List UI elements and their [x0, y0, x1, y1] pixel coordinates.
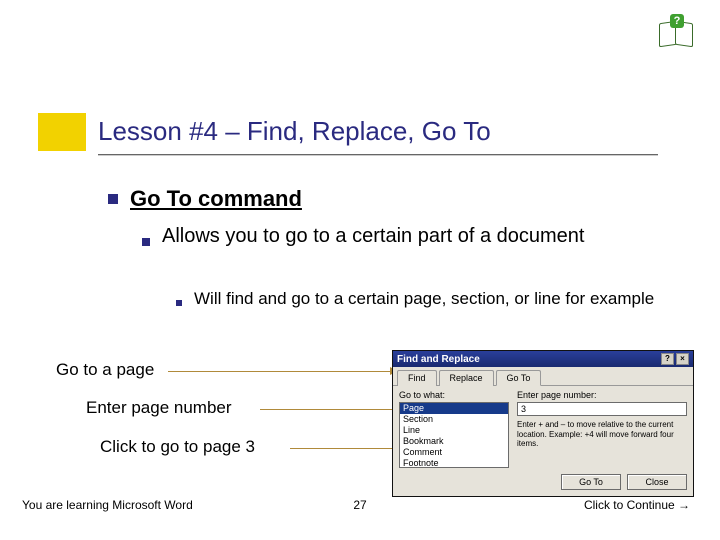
dialog-titlebar: Find and Replace ? ×: [393, 351, 693, 367]
level2-text: Allows you to go to a certain part of a …: [162, 224, 682, 256]
callout-click-go-to: Click to go to page 3: [100, 437, 255, 457]
list-item[interactable]: Footnote: [400, 458, 508, 468]
tab-go-to[interactable]: Go To: [496, 370, 542, 386]
bullet-level-3: Will find and go to a certain page, sect…: [176, 288, 686, 315]
goto-what-label: Go to what:: [399, 390, 509, 400]
dialog-tabs: Find Replace Go To: [393, 367, 693, 386]
tab-find[interactable]: Find: [397, 370, 437, 386]
list-item[interactable]: Comment: [400, 447, 508, 458]
level1-text: Go To command: [130, 186, 302, 211]
square-bullet-icon: [176, 300, 182, 306]
list-item[interactable]: Bookmark: [400, 436, 508, 447]
slide-title: Lesson #4 – Find, Replace, Go To: [98, 116, 491, 147]
find-replace-dialog: Find and Replace ? × Find Replace Go To …: [392, 350, 694, 497]
tab-replace[interactable]: Replace: [439, 370, 494, 386]
close-button[interactable]: Close: [627, 474, 687, 490]
goto-what-listbox[interactable]: Page Section Line Bookmark Comment Footn…: [399, 402, 509, 468]
dialog-help-button[interactable]: ?: [661, 353, 674, 365]
dialog-close-button[interactable]: ×: [676, 353, 689, 365]
level3-text: Will find and go to a certain page, sect…: [194, 288, 686, 315]
enter-page-label: Enter page number:: [517, 390, 687, 400]
goto-button[interactable]: Go To: [561, 474, 621, 490]
square-bullet-icon: [142, 238, 150, 246]
bullet-level-2: Allows you to go to a certain part of a …: [142, 224, 682, 256]
click-to-continue-link[interactable]: Click to Continue →: [584, 498, 690, 512]
square-bullet-icon: [108, 194, 118, 204]
dialog-hint-text: Enter + and – to move relative to the cu…: [517, 420, 687, 449]
list-item[interactable]: Section: [400, 414, 508, 425]
arrow-line: [168, 371, 392, 372]
callout-go-to-page: Go to a page: [56, 360, 154, 380]
list-item[interactable]: Line: [400, 425, 508, 436]
title-accent-block: [38, 113, 86, 151]
list-item[interactable]: Page: [400, 403, 508, 414]
page-number-input[interactable]: [517, 402, 687, 416]
help-book-icon: ?: [658, 20, 694, 48]
dialog-title: Find and Replace: [397, 354, 480, 365]
title-underline: [98, 154, 658, 155]
question-mark-icon: ?: [670, 14, 684, 28]
callout-enter-page-number: Enter page number: [86, 398, 232, 418]
bullet-level-1: Go To command: [108, 186, 302, 212]
